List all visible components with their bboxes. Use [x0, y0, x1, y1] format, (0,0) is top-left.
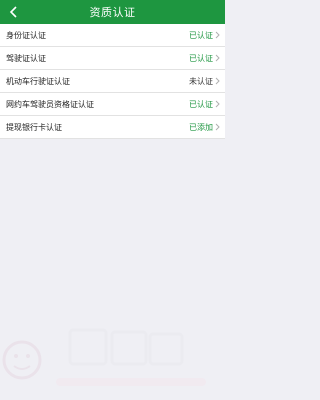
watermark-logo-icon: [2, 328, 206, 386]
item-label: 身份证认证: [6, 30, 46, 40]
item-label: 驾驶证认证: [6, 53, 46, 63]
list-item-driver-license[interactable]: 驾驶证认证 已认证: [0, 47, 225, 70]
list-item-bank-card[interactable]: 提现银行卡认证 已添加: [0, 116, 225, 139]
chevron-right-icon: [215, 31, 221, 39]
status-text: 未认证: [189, 76, 213, 86]
list-item-id-card[interactable]: 身份证认证 已认证: [0, 24, 225, 47]
item-label: 机动车行驶证认证: [6, 76, 70, 86]
back-arrow-icon[interactable]: [6, 4, 22, 20]
list-item-ride-hailing-qualification[interactable]: 网约车驾驶员资格证认证 已认证: [0, 93, 225, 116]
status-text: 已添加: [189, 122, 213, 132]
chevron-right-icon: [215, 54, 221, 62]
page-title: 资质认证: [89, 6, 136, 19]
list-item-vehicle-license[interactable]: 机动车行驶证认证 未认证: [0, 70, 225, 93]
chevron-right-icon: [215, 100, 221, 108]
status-text: 已认证: [189, 53, 213, 63]
item-label: 网约车驾驶员资格证认证: [6, 99, 94, 109]
status-text: 已认证: [189, 30, 213, 40]
top-nav-bar: 资质认证: [0, 0, 225, 24]
item-label: 提现银行卡认证: [6, 122, 62, 132]
status-text: 已认证: [189, 99, 213, 109]
chevron-right-icon: [215, 77, 221, 85]
certification-list: 身份证认证 已认证 驾驶证认证 已认证 机动车行驶证认证 未认证 网约车驾驶员资…: [0, 24, 225, 139]
chevron-right-icon: [215, 123, 221, 131]
